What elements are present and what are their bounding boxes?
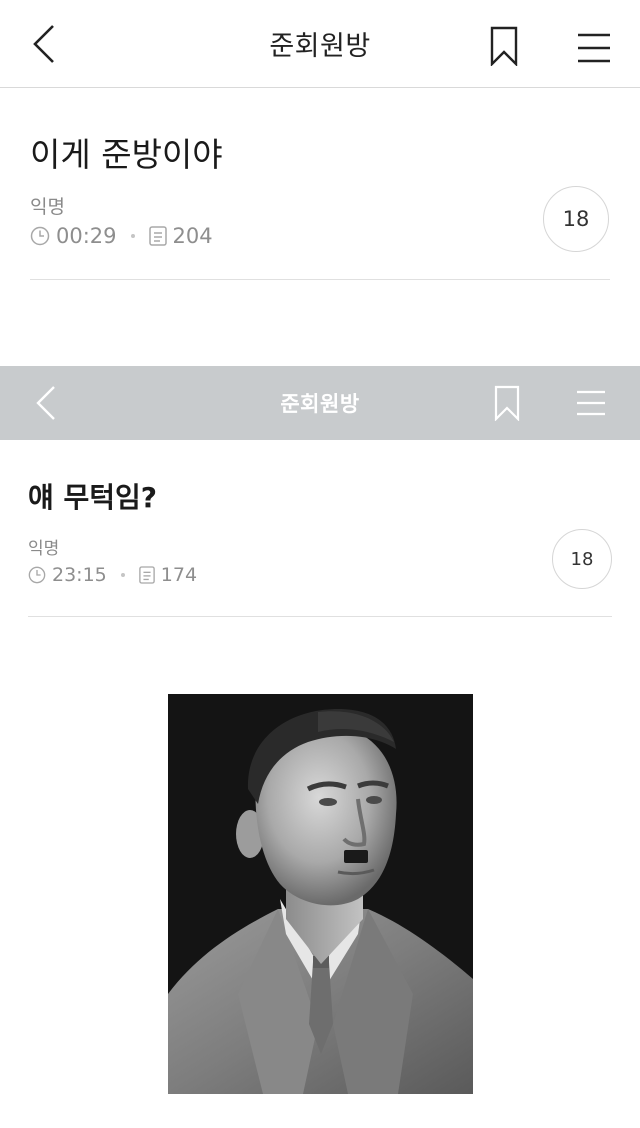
post-meta-2: 23:15 174 <box>28 564 197 586</box>
bookmark-icon <box>490 26 518 66</box>
document-icon <box>148 226 167 246</box>
comment-count-button[interactable]: 18 <box>543 186 609 252</box>
menu-button[interactable] <box>572 30 616 66</box>
back-button[interactable] <box>22 22 66 66</box>
portrait-photo <box>168 694 473 1094</box>
back-button-2[interactable] <box>26 383 66 423</box>
hamburger-menu-icon <box>577 390 605 416</box>
post-header-1: 이게 준방이야 익명 00:29 204 18 <box>0 88 640 366</box>
page-title: 준회원방 <box>269 31 371 62</box>
post-title: 이게 준방이야 <box>30 135 223 174</box>
divider <box>30 279 610 280</box>
clock-icon <box>28 566 46 584</box>
divider-2 <box>28 616 612 617</box>
bookmark-icon <box>494 385 520 421</box>
hamburger-menu-icon <box>578 33 610 63</box>
post-header-2: 얘 무턱임? 익명 23:15 174 18 <box>0 440 640 690</box>
chevron-left-icon <box>33 25 54 63</box>
meta-separator <box>130 234 135 238</box>
post-time: 00:29 <box>56 224 117 248</box>
second-header: 준회원방 <box>0 366 640 440</box>
post-author: 익명 <box>30 196 65 218</box>
clock-icon <box>30 226 50 246</box>
post-author-2: 익명 <box>28 539 60 559</box>
post-views: 204 <box>172 224 213 248</box>
meta-separator <box>120 573 125 577</box>
bookmark-button-2[interactable] <box>488 383 526 423</box>
post-title-2: 얘 무턱임? <box>28 481 158 514</box>
comment-count-button-2[interactable]: 18 <box>552 529 612 589</box>
bookmark-button[interactable] <box>484 24 524 68</box>
post-image <box>168 694 473 1094</box>
post-views-2: 174 <box>160 564 198 586</box>
page-title-2: 준회원방 <box>280 392 360 416</box>
chevron-left-icon <box>36 386 55 420</box>
post-time-2: 23:15 <box>52 564 107 586</box>
document-icon <box>138 566 155 584</box>
top-header: 준회원방 <box>0 0 640 88</box>
menu-button-2[interactable] <box>570 386 612 420</box>
post-meta: 00:29 204 <box>30 224 213 248</box>
